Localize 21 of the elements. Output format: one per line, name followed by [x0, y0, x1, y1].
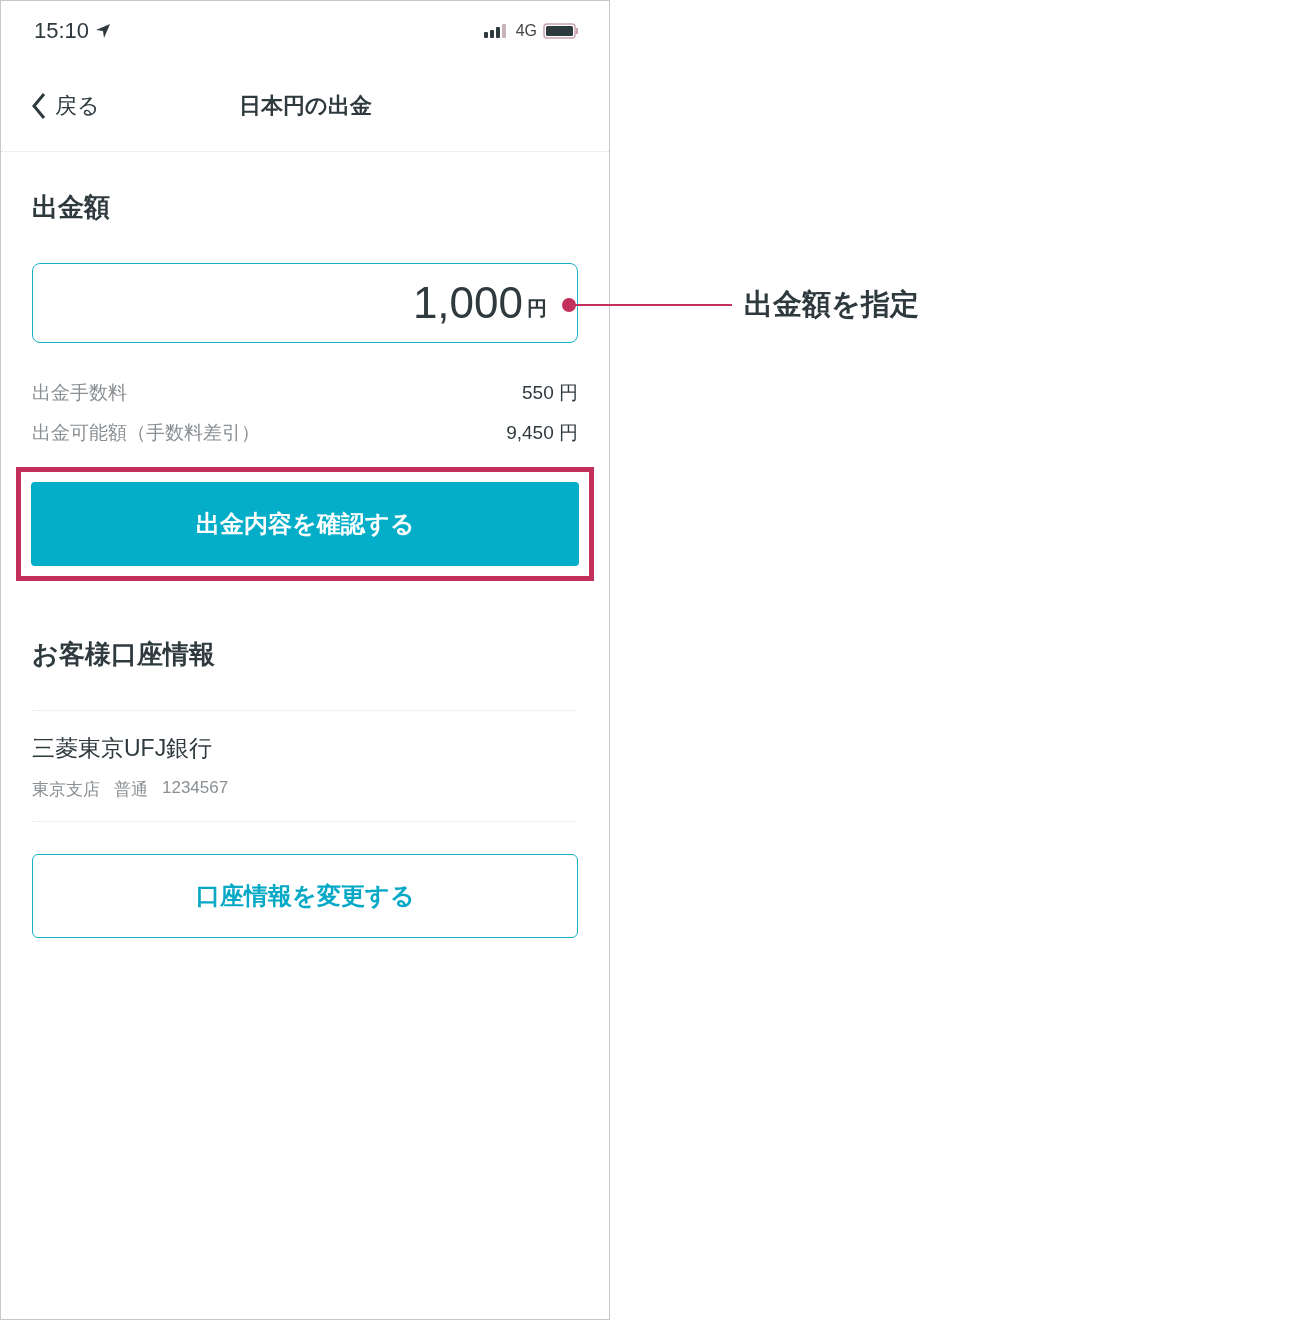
account-detail: 1234567	[162, 778, 229, 799]
location-arrow-icon	[95, 23, 112, 39]
account-detail: 東京支店	[32, 779, 100, 801]
network-label: 4G	[515, 22, 537, 40]
section-heading: 出金額	[32, 191, 111, 224]
currency-unit: 円	[527, 295, 547, 321]
battery-icon	[543, 23, 579, 39]
screen-title: 日本円の出金	[238, 93, 372, 118]
chevron-left-icon	[31, 92, 47, 120]
fee-label: 出金可能額（手数料差引）	[32, 421, 260, 445]
section-heading: お客様口座情報	[32, 638, 216, 671]
bank-name: 三菱東京UFJ銀行	[32, 734, 214, 763]
fee-value: 9,450 円	[506, 421, 578, 445]
fee-label: 出金手数料	[32, 381, 127, 405]
back-button[interactable]: 戻る	[31, 91, 100, 121]
account-detail: 普通	[114, 779, 148, 801]
fee-value: 550 円	[522, 381, 578, 405]
annotation-label: 出金額を指定	[744, 287, 919, 322]
amount-field[interactable]: 1,000 円	[32, 263, 578, 343]
status-time: 15:10	[34, 18, 90, 44]
amount-value: 1,000	[412, 278, 523, 328]
